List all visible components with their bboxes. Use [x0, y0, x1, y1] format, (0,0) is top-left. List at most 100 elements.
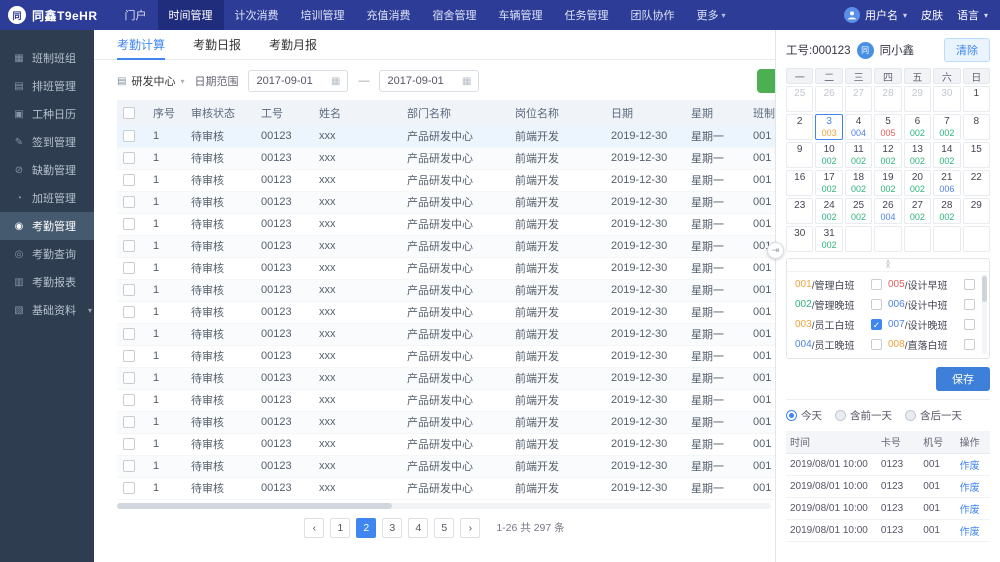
calendar-day[interactable]: 27 002 [903, 198, 932, 224]
calendar-day[interactable] [903, 226, 932, 252]
page-button-5[interactable]: 5 [434, 517, 455, 538]
row-checkbox[interactable] [123, 306, 135, 319]
row-checkbox[interactable] [123, 394, 135, 407]
row-checkbox[interactable] [123, 174, 135, 187]
table-row[interactable]: 1 待审核 00123 xxx 产品研发中心 前端开发 2019-12-30 星期一 001 [117, 389, 775, 412]
table-row[interactable]: 1 待审核 00123 xxx 产品研发中心 前端开发 2019-12-30 星期一 001 [117, 169, 775, 192]
calendar-day[interactable]: 5 005 [874, 114, 902, 140]
calendar-day[interactable]: 28 [874, 86, 902, 112]
calendar-day[interactable]: 6 002 [903, 114, 932, 140]
date-to-input[interactable]: 2017-09-01 ▦ [379, 70, 480, 92]
row-checkbox[interactable] [123, 218, 135, 231]
shift-checkbox[interactable] [964, 338, 975, 350]
calendar-day[interactable]: 24 002 [815, 198, 843, 224]
calendar-day[interactable]: 11 002 [844, 142, 873, 168]
sidebar-item-班制班组[interactable]: ▦ 班制班组 [0, 44, 94, 72]
shift-checkbox[interactable] [871, 298, 882, 310]
calendar-day[interactable]: 19 002 [874, 170, 902, 196]
prev-page-button[interactable]: ‹ [304, 517, 325, 538]
table-row[interactable]: 1 待审核 00123 xxx 产品研发中心 前端开发 2019-12-30 星期一 001 [117, 213, 775, 236]
calendar-day[interactable]: 3 003 [815, 114, 843, 140]
select-all-checkbox[interactable] [123, 106, 135, 119]
shift-checkbox[interactable] [964, 298, 975, 310]
next-page-button[interactable]: › [460, 517, 481, 538]
shift-item-006[interactable]: 006/设计中班 [888, 294, 975, 314]
calendar-day[interactable]: 8 [962, 114, 990, 140]
calendar-day[interactable]: 26 004 [874, 198, 902, 224]
radio-含前一天[interactable]: 含前一天 [835, 408, 892, 423]
row-checkbox[interactable] [123, 152, 135, 165]
row-checkbox[interactable] [123, 416, 135, 429]
sidebar-item-考勤报表[interactable]: ▥ 考勤报表 [0, 268, 94, 296]
nav-item-计次消费[interactable]: 计次消费 [224, 0, 290, 30]
table-row[interactable]: 1 待审核 00123 xxx 产品研发中心 前端开发 2019-12-30 星期一 001 [117, 125, 775, 148]
shift-item-008[interactable]: 008/直落白班 [888, 334, 975, 354]
nav-item-任务管理[interactable]: 任务管理 [554, 0, 620, 30]
scrollbar-thumb[interactable] [982, 276, 987, 302]
sidebar-item-考勤查询[interactable]: ◎ 考勤查询 [0, 240, 94, 268]
scrollbar-thumb[interactable] [117, 502, 392, 509]
table-row[interactable]: 1 待审核 00123 xxx 产品研发中心 前端开发 2019-12-30 星期一 001 [117, 455, 775, 478]
void-link[interactable]: 作废 [960, 483, 980, 494]
void-link[interactable]: 作废 [960, 505, 980, 516]
calendar-day[interactable]: 17 002 [815, 170, 843, 196]
row-checkbox[interactable] [123, 438, 135, 451]
row-checkbox[interactable] [123, 460, 135, 473]
sidebar-item-考勤管理[interactable]: ◉ 考勤管理 [0, 212, 94, 240]
row-checkbox[interactable] [123, 196, 135, 209]
calendar-day[interactable]: 31 002 [815, 226, 843, 252]
calendar-day[interactable]: 15 [962, 142, 990, 168]
calendar-day[interactable]: 21 006 [933, 170, 961, 196]
calendar-day[interactable]: 23 [786, 198, 814, 224]
shift-item-007[interactable]: 007/设计晚班 [888, 314, 975, 334]
tab-考勤日报[interactable]: 考勤日报 [193, 30, 241, 60]
calendar-day[interactable]: 10 002 [815, 142, 843, 168]
sidebar-item-基础资料[interactable]: ▧ 基础资料 ▾ [0, 296, 94, 324]
tab-考勤月报[interactable]: 考勤月报 [269, 30, 317, 60]
table-row[interactable]: 1 待审核 00123 xxx 产品研发中心 前端开发 2019-12-30 星期一 001 [117, 279, 775, 302]
calendar-day[interactable]: 14 002 [933, 142, 961, 168]
table-row[interactable]: 1 待审核 00123 xxx 产品研发中心 前端开发 2019-12-30 星期一 001 [117, 433, 775, 456]
table-row[interactable]: 1 待审核 00123 xxx 产品研发中心 前端开发 2019-12-30 星期一 001 [117, 147, 775, 170]
tab-考勤计算[interactable]: 考勤计算 [117, 30, 166, 60]
table-row[interactable]: 1 待审核 00123 xxx 产品研发中心 前端开发 2019-12-30 星期一 001 [117, 367, 775, 390]
skin-button[interactable]: 皮肤 [921, 7, 943, 23]
sidebar-item-缺勤管理[interactable]: ⊘ 缺勤管理 [0, 156, 94, 184]
shift-item-001[interactable]: 001/管理白班 [795, 274, 882, 294]
sidebar-item-签到管理[interactable]: ✎ 签到管理 [0, 128, 94, 156]
panel-collapse-button[interactable]: ⇥ [767, 242, 784, 259]
radio-含后一天[interactable]: 含后一天 [905, 408, 962, 423]
calendar-day[interactable]: 9 [786, 142, 814, 168]
shift-checkbox[interactable] [964, 318, 975, 330]
calendar-day[interactable]: 18 002 [844, 170, 873, 196]
language-menu[interactable]: 语言 ▾ [957, 7, 988, 23]
void-link[interactable]: 作废 [960, 527, 980, 538]
date-from-input[interactable]: 2017-09-01 ▦ [248, 70, 349, 92]
shift-item-003[interactable]: 003/员工白班 ✓ [795, 314, 882, 334]
row-checkbox[interactable] [123, 240, 135, 253]
nav-item-培训管理[interactable]: 培训管理 [290, 0, 356, 30]
calendar-day[interactable]: 25 [786, 86, 814, 112]
shift-item-005[interactable]: 005/设计早班 [888, 274, 975, 294]
calendar-day[interactable]: 29 [903, 86, 932, 112]
calendar-day[interactable]: 26 [815, 86, 843, 112]
calendar-day[interactable]: 27 [844, 86, 873, 112]
row-checkbox[interactable] [123, 262, 135, 275]
page-button-1[interactable]: 1 [330, 517, 351, 538]
void-link[interactable]: 作废 [960, 461, 980, 472]
table-row[interactable]: 1 待审核 00123 xxx 产品研发中心 前端开发 2019-12-30 星期一 001 [117, 257, 775, 280]
calendar-day[interactable]: 16 [786, 170, 814, 196]
nav-item-更多[interactable]: 更多 ▾ [686, 0, 737, 30]
calendar-day[interactable] [933, 226, 961, 252]
sidebar-item-加班管理[interactable]: ◔ 加班管理 [0, 184, 94, 212]
table-row[interactable]: 1 待审核 00123 xxx 产品研发中心 前端开发 2019-12-30 星期一 001 [117, 477, 775, 500]
calendar-day[interactable]: 7 002 [933, 114, 961, 140]
calendar-day[interactable]: 20 002 [903, 170, 932, 196]
vertical-scrollbar[interactable] [982, 274, 987, 354]
calendar-day[interactable]: 25 002 [844, 198, 873, 224]
table-row[interactable]: 1 待审核 00123 xxx 产品研发中心 前端开发 2019-12-30 星期一 001 [117, 411, 775, 434]
row-checkbox[interactable] [123, 328, 135, 341]
horizontal-scrollbar[interactable] [117, 502, 771, 509]
nav-item-时间管理[interactable]: 时间管理 [157, 0, 224, 30]
nav-item-团队协作[interactable]: 团队协作 [620, 0, 686, 30]
